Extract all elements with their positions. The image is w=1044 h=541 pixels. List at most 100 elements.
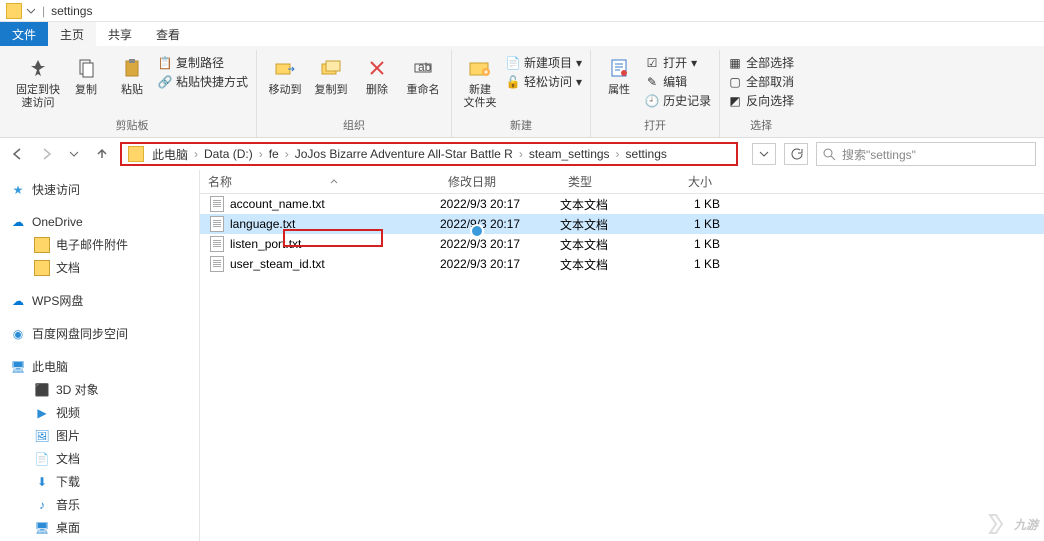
sidebar-baidu[interactable]: ◉百度网盘同步空间 [0, 322, 199, 345]
text-file-icon [210, 216, 224, 232]
invert-icon: ◩ [728, 94, 742, 108]
bc-segment[interactable]: settings [626, 147, 667, 161]
sidebar-wps[interactable]: ☁WPS网盘 [0, 289, 199, 312]
group-select-label: 选择 [750, 115, 772, 137]
tab-share[interactable]: 共享 [96, 22, 144, 46]
paste-icon [118, 54, 146, 82]
file-date: 2022/9/3 20:17 [440, 257, 560, 271]
copy-path-button[interactable]: 📋复制路径 [158, 54, 248, 71]
pc-icon: 🖥 [10, 359, 26, 375]
bc-segment[interactable]: Data (D:) [204, 147, 253, 161]
new-folder-icon [466, 54, 494, 82]
easy-access-button[interactable]: 🔓轻松访问▾ [506, 73, 582, 90]
file-date: 2022/9/3 20:17 [440, 217, 560, 231]
ribbon: 固定到快 速访问 复制 粘贴 📋复制路径 🔗粘贴快捷方式 剪贴板 移动到 复制到… [0, 46, 1044, 138]
new-folder-button[interactable]: 新建 文件夹 [460, 50, 500, 110]
breadcrumb[interactable]: 此电脑› Data (D:)› fe› JoJos Bizarre Advent… [120, 142, 738, 166]
file-date: 2022/9/3 20:17 [440, 237, 560, 251]
sidebar-item[interactable]: ⬇下载 [0, 470, 199, 493]
back-button[interactable] [8, 144, 28, 164]
sidebar-item[interactable]: 文档 [0, 256, 199, 279]
move-to-button[interactable]: 移动到 [265, 50, 305, 97]
pin-icon [24, 54, 52, 82]
3d-icon: ⬛ [34, 382, 50, 398]
edit-button[interactable]: ✎编辑 [645, 73, 711, 90]
history-icon: 🕘 [645, 94, 659, 108]
sidebar-item[interactable]: 📄文档 [0, 447, 199, 470]
copy-to-icon [317, 54, 345, 82]
group-new-label: 新建 [510, 115, 532, 137]
pin-button[interactable]: 固定到快 速访问 [16, 50, 60, 110]
search-input[interactable]: 搜索"settings" [816, 142, 1036, 166]
group-organize-label: 组织 [343, 115, 365, 137]
sidebar-item[interactable]: 🖥桌面 [0, 516, 199, 539]
sidebar-this-pc[interactable]: 🖥此电脑 [0, 355, 199, 378]
tab-view[interactable]: 查看 [144, 22, 192, 46]
path-icon: 📋 [158, 56, 172, 70]
column-header[interactable]: 名称 修改日期 类型 大小 [200, 170, 1044, 194]
bc-segment[interactable]: JoJos Bizarre Adventure All-Star Battle … [295, 147, 513, 161]
title-sep: | [42, 4, 45, 18]
video-icon: ▶ [34, 405, 50, 421]
file-name: language.txt [230, 217, 295, 231]
sidebar-item[interactable]: ⬛3D 对象 [0, 378, 199, 401]
sidebar: ★快速访问 ☁OneDrive 电子邮件附件 文档 ☁WPS网盘 ◉百度网盘同步… [0, 170, 200, 541]
forward-button[interactable] [36, 144, 56, 164]
tab-home[interactable]: 主页 [48, 22, 96, 46]
file-size: 1 KB [660, 197, 720, 211]
open-icon: ☑ [645, 56, 659, 70]
rename-button[interactable]: ab重命名 [403, 50, 443, 97]
sidebar-item[interactable]: ♪音乐 [0, 493, 199, 516]
select-all-button[interactable]: ▦全部选择 [728, 54, 794, 71]
documents-icon: 📄 [34, 451, 50, 467]
file-rows: account_name.txt2022/9/3 20:17文本文档1 KB la… [200, 194, 1044, 541]
qat-down-icon[interactable] [26, 6, 36, 16]
delete-button[interactable]: 删除 [357, 50, 397, 97]
folder-icon [34, 260, 50, 276]
bc-segment[interactable]: 此电脑 [152, 146, 188, 163]
sidebar-item[interactable]: 电子邮件附件 [0, 233, 199, 256]
bc-segment[interactable]: fe [269, 147, 279, 161]
folder-icon [128, 146, 144, 162]
properties-button[interactable]: 属性 [599, 50, 639, 97]
breadcrumb-dropdown[interactable] [752, 143, 776, 165]
svg-text:ab: ab [418, 60, 432, 74]
group-clipboard-label: 剪贴板 [116, 115, 149, 137]
file-date: 2022/9/3 20:17 [440, 197, 560, 211]
paste-button[interactable]: 粘贴 [112, 50, 152, 97]
file-row[interactable]: account_name.txt2022/9/3 20:17文本文档1 KB [200, 194, 1044, 214]
refresh-button[interactable] [784, 143, 808, 165]
new-item-button[interactable]: 📄新建项目▾ [506, 54, 582, 71]
up-button[interactable] [92, 144, 112, 164]
ribbon-group-organize: 移动到 复制到 删除 ab重命名 组织 [257, 50, 452, 137]
pictures-icon: 🖼 [34, 428, 50, 444]
bc-segment[interactable]: steam_settings [529, 147, 610, 161]
file-row[interactable]: user_steam_id.txt2022/9/3 20:17文本文档1 KB [200, 254, 1044, 274]
recent-dropdown[interactable] [64, 144, 84, 164]
file-name: listen_port.txt [230, 237, 301, 251]
invert-selection-button[interactable]: ◩反向选择 [728, 92, 794, 109]
sync-badge-icon [470, 224, 484, 238]
select-none-button[interactable]: ▢全部取消 [728, 73, 794, 90]
move-icon [271, 54, 299, 82]
sidebar-quick-access[interactable]: ★快速访问 [0, 178, 199, 201]
sidebar-onedrive[interactable]: ☁OneDrive [0, 211, 199, 233]
copy-button[interactable]: 复制 [66, 50, 106, 97]
open-button[interactable]: ☑打开▾ [645, 54, 711, 71]
file-row[interactable]: language.txt2022/9/3 20:17文本文档1 KB [200, 214, 1044, 234]
file-type: 文本文档 [560, 196, 660, 213]
text-file-icon [210, 236, 224, 252]
menu-bar: 文件 主页 共享 查看 [0, 22, 1044, 46]
history-button[interactable]: 🕘历史记录 [645, 92, 711, 109]
sidebar-item[interactable]: 🖼图片 [0, 424, 199, 447]
ribbon-group-new: 新建 文件夹 📄新建项目▾ 🔓轻松访问▾ 新建 [452, 50, 591, 137]
file-row[interactable]: listen_port.txt2022/9/3 20:17文本文档1 KB [200, 234, 1044, 254]
paste-shortcut-button[interactable]: 🔗粘贴快捷方式 [158, 73, 248, 90]
tab-file[interactable]: 文件 [0, 22, 48, 46]
nav-row: 此电脑› Data (D:)› fe› JoJos Bizarre Advent… [0, 138, 1044, 170]
delete-icon [363, 54, 391, 82]
window-title: settings [51, 4, 92, 18]
sidebar-item[interactable]: ▶视频 [0, 401, 199, 424]
copy-to-button[interactable]: 复制到 [311, 50, 351, 97]
search-icon [823, 148, 836, 161]
